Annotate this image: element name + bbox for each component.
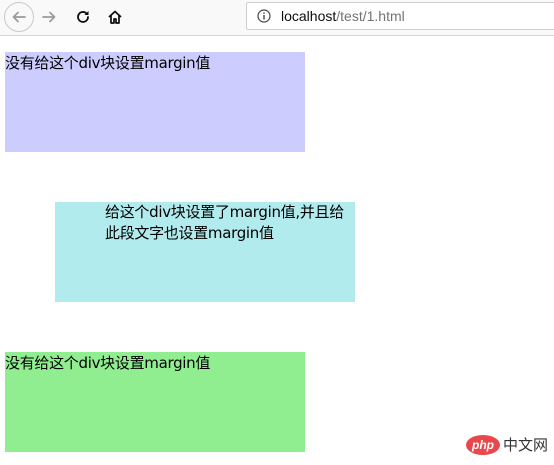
url-host: localhost <box>281 8 337 24</box>
watermark-logo: php <box>466 435 500 455</box>
reload-button[interactable] <box>68 2 98 32</box>
page-content: 没有给这个div块设置margin值 给这个div块设置了margin值,并且给… <box>0 36 554 465</box>
div-block-3: 没有给这个div块设置margin值 <box>5 352 305 452</box>
url-text: localhost/test/1.html <box>281 7 405 25</box>
watermark-text: 中文网 <box>503 436 549 454</box>
back-arrow-icon <box>12 11 26 23</box>
url-path: /test/1.html <box>336 8 405 24</box>
back-button[interactable] <box>4 2 34 32</box>
block-2-text: 给这个div块设置了margin值,并且给此段文字也设置margin值 <box>105 203 344 242</box>
url-bar[interactable]: localhost/test/1.html <box>246 2 554 30</box>
div-block-1: 没有给这个div块设置margin值 <box>5 52 305 152</box>
reload-icon <box>77 11 89 23</box>
php-cn-watermark: php 中文网 <box>466 434 548 456</box>
info-icon[interactable] <box>257 9 271 23</box>
forward-button[interactable] <box>34 2 64 32</box>
forward-arrow-icon <box>42 11 56 23</box>
home-icon <box>108 10 122 24</box>
div-block-2: 给这个div块设置了margin值,并且给此段文字也设置margin值 <box>55 202 355 302</box>
home-button[interactable] <box>100 2 130 32</box>
block-3-text: 没有给这个div块设置margin值 <box>5 354 211 372</box>
block-1-text: 没有给这个div块设置margin值 <box>5 54 211 72</box>
browser-toolbar: localhost/test/1.html <box>0 0 554 36</box>
